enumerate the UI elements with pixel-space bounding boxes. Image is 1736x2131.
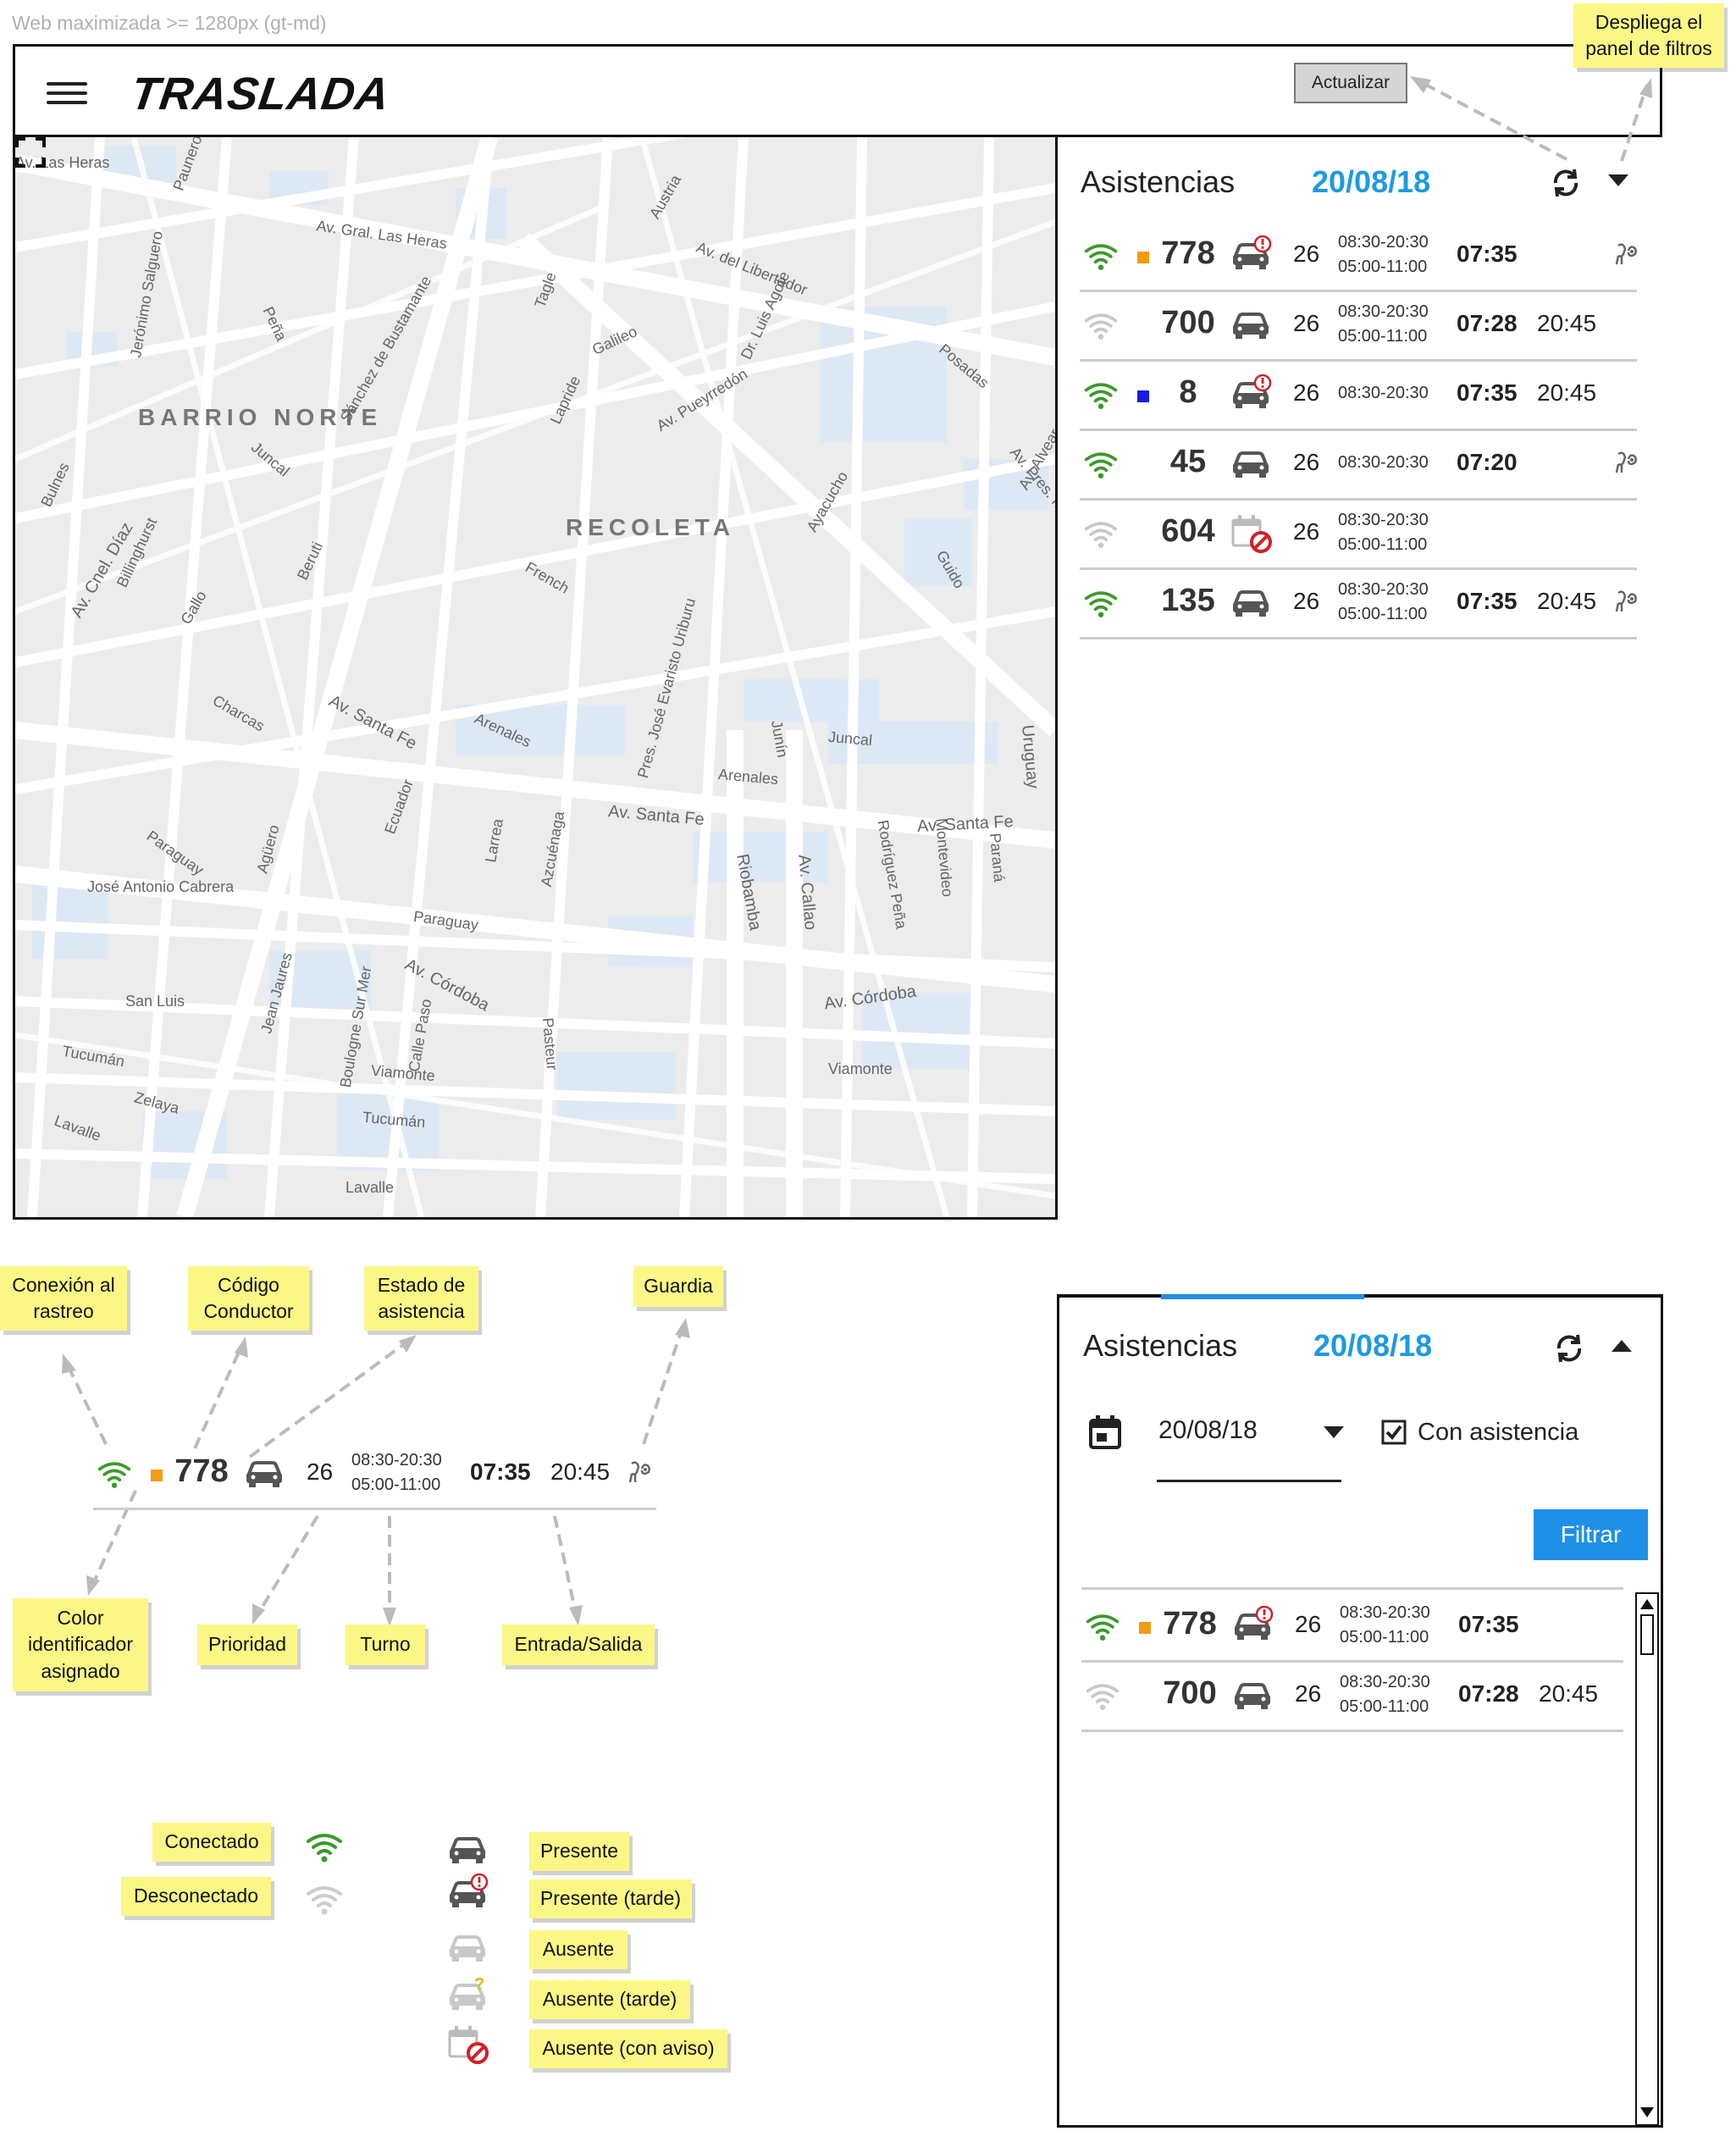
- refresh-icon[interactable]: [1552, 1331, 1586, 1365]
- date-field-underline: [1157, 1480, 1341, 1482]
- exit-time: 20:45: [1539, 1680, 1599, 1707]
- dropdown-arrow-icon[interactable]: [1324, 1426, 1344, 1438]
- note-absent-notice: Ausente (con aviso): [529, 2029, 727, 2068]
- wifi-disconnected-icon: [307, 1886, 342, 1915]
- note-connection: Conexión al rastreo: [0, 1266, 127, 1331]
- panel-top-accent: [1161, 1294, 1364, 1299]
- legend-row: 778 26 08:30-20:30 05:00-11:00 07:35 20:…: [93, 1440, 656, 1510]
- assistance-row[interactable]: 778 26 08:30-20:30 05:00-11:00 07:35: [1081, 1592, 1623, 1663]
- filter-panel-title: Asistencias: [1083, 1328, 1238, 1363]
- scroll-up-icon[interactable]: [1640, 1599, 1654, 1609]
- entry-time: 07:28: [1458, 1680, 1519, 1707]
- wifi-disconnected-icon: [1086, 1684, 1120, 1710]
- shift-2: 05:00-11:00: [351, 1475, 441, 1494]
- note-priority: Prioridad: [197, 1625, 297, 1665]
- note-color-id: Color identificador asignado: [13, 1598, 148, 1691]
- car-present-icon: [1235, 1683, 1270, 1709]
- priority: 26: [307, 1458, 334, 1485]
- note-shift: Turno: [346, 1625, 425, 1665]
- shift: 08:30-20:30 05:00-11:00: [351, 1448, 442, 1497]
- shift-1: 08:30-20:30: [351, 1451, 442, 1470]
- filter-panel: Asistencias 20/08/18 20/08/18 Con asiste…: [1057, 1294, 1663, 2128]
- note-present-late: Presente (tarde): [529, 1879, 692, 1918]
- wifi-connected-icon: [97, 1462, 131, 1488]
- priority: 26: [1295, 1680, 1322, 1707]
- driver-code: 700: [1163, 1675, 1217, 1711]
- priority: 26: [1295, 1611, 1322, 1637]
- assistance-row[interactable]: 700 26 08:30-20:30 05:00-11:00 07:28 20:…: [1081, 1662, 1623, 1732]
- wifi-connected-icon: [1086, 1614, 1120, 1641]
- filter-button[interactable]: Filtrar: [1534, 1509, 1648, 1560]
- wifi-connected-icon: [307, 1834, 342, 1863]
- chevron-up-icon[interactable]: [1612, 1340, 1632, 1352]
- note-assistance-state: Estado de asistencia: [364, 1266, 478, 1331]
- scroll-down-icon[interactable]: [1640, 2107, 1654, 2117]
- status-legend-icon: [447, 2024, 489, 2069]
- note-driver-code: Código Conductor: [188, 1266, 309, 1331]
- svg-text:?: ?: [474, 1976, 484, 1994]
- calendar-notice-icon: [448, 2026, 489, 2064]
- filter-panel-date: 20/08/18: [1313, 1328, 1433, 1363]
- checkbox-checked-icon[interactable]: [1381, 1420, 1407, 1445]
- checkbox-label[interactable]: Con asistencia: [1418, 1419, 1578, 1447]
- note-connected: Conectado: [152, 1823, 271, 1862]
- car-late-icon: [1235, 1606, 1274, 1640]
- status-legend-icon: [447, 1829, 489, 1871]
- car-absent-icon: [450, 1935, 485, 1962]
- car-present-icon: [246, 1461, 282, 1487]
- shift-1: 08:30-20:30: [1340, 1603, 1430, 1622]
- note-disconnected: Desconectado: [121, 1877, 271, 1916]
- entry-time: 07:35: [470, 1458, 531, 1485]
- shift: 08:30-20:30 05:00-11:00: [1340, 1601, 1430, 1650]
- list-top-divider: [1081, 1587, 1623, 1590]
- scrollbar-thumb[interactable]: [1640, 1614, 1654, 1655]
- note-present: Presente: [529, 1832, 629, 1871]
- status-legend-icon: [447, 1873, 489, 1915]
- calendar-icon[interactable]: [1088, 1414, 1122, 1450]
- assistance-row[interactable]: 778 26 08:30-20:30 05:00-11:00 07:35 20:…: [93, 1440, 656, 1508]
- shift-2: 05:00-11:00: [1340, 1697, 1429, 1716]
- exit-time: 20:45: [550, 1458, 611, 1485]
- car-absent-late-icon: ?: [450, 1975, 485, 2010]
- date-field[interactable]: 20/08/18: [1158, 1416, 1258, 1445]
- status-legend-icon: [447, 1928, 489, 1969]
- shift-2: 05:00-11:00: [1340, 1628, 1429, 1647]
- note-absent: Ausente: [529, 1930, 628, 1969]
- note-guard: Guardia: [633, 1266, 723, 1307]
- driver-code: 778: [1163, 1606, 1217, 1641]
- car-late-icon: [450, 1873, 489, 1907]
- status-legend-icon: ?: [447, 1975, 489, 2018]
- color-id-marker: [151, 1470, 163, 1481]
- car-present-icon: [450, 1837, 485, 1863]
- scrollbar[interactable]: [1635, 1592, 1659, 2126]
- shift-1: 08:30-20:30: [1340, 1673, 1430, 1691]
- color-id-marker: [1139, 1622, 1151, 1634]
- shift: 08:30-20:30 05:00-11:00: [1340, 1670, 1430, 1719]
- note-entry-exit: Entrada/Salida: [502, 1625, 655, 1665]
- driver-code: 778: [174, 1453, 229, 1489]
- note-absent-late: Ausente (tarde): [529, 1980, 690, 2019]
- guard-icon: [628, 1461, 650, 1483]
- entry-time: 07:35: [1458, 1611, 1519, 1637]
